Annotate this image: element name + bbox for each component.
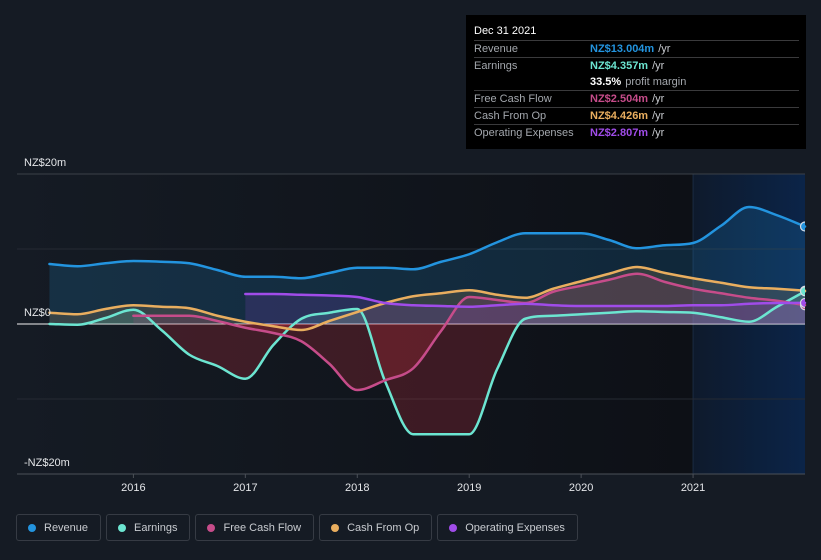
tooltip-row-free-cash-flow: Free Cash Flow NZ$2.504m /yr — [474, 91, 799, 108]
x-tick-label: 2018 — [345, 482, 369, 494]
revenue-dot-icon — [28, 523, 36, 532]
y-tick-label: NZ$20m — [24, 157, 66, 169]
tooltip-unit: /yr — [652, 127, 665, 139]
x-tick-label: 2020 — [569, 482, 593, 494]
legend-label: Operating Expenses — [465, 521, 565, 534]
tooltip-unit: /yr — [652, 110, 665, 122]
legend-label: Earnings — [134, 521, 178, 534]
legend: Revenue Earnings Free Cash Flow Cash Fro… — [16, 514, 578, 541]
legend-label: Revenue — [44, 521, 89, 534]
operating-expenses-dot-icon — [449, 523, 458, 532]
tooltip-value: NZ$4.426m — [590, 110, 649, 122]
legend-item-free-cash-flow[interactable]: Free Cash Flow — [195, 514, 315, 541]
x-tick-label: 2017 — [233, 482, 257, 494]
tooltip-label: Cash From Op — [474, 110, 547, 122]
tooltip-unit: /yr — [652, 60, 665, 72]
x-axis: 2016 2017 2018 2019 2020 2021 — [121, 474, 705, 494]
tooltip-row-earnings: Earnings NZ$4.357m /yr — [474, 58, 799, 74]
tooltip-label: Revenue — [474, 43, 519, 55]
tooltip-row-cash-from-op: Cash From Op NZ$4.426m /yr — [474, 108, 799, 125]
tooltip-row-profit-margin: 33.5% profit margin — [474, 74, 799, 91]
tooltip-label: Earnings — [474, 60, 518, 72]
legend-label: Cash From Op — [347, 521, 420, 534]
legend-item-earnings[interactable]: Earnings — [106, 514, 191, 541]
legend-item-revenue[interactable]: Revenue — [16, 514, 102, 541]
y-tick-label: -NZ$20m — [24, 457, 70, 469]
x-tick-label: 2021 — [681, 482, 705, 494]
tooltip-row-revenue: Revenue NZ$13.004m /yr — [474, 41, 799, 58]
legend-item-operating-expenses[interactable]: Operating Expenses — [437, 514, 578, 541]
y-tick-label: NZ$0 — [24, 307, 51, 319]
legend-item-cash-from-op[interactable]: Cash From Op — [319, 514, 433, 541]
tooltip-label: Operating Expenses — [474, 127, 574, 139]
tooltip-unit: /yr — [652, 93, 665, 105]
tooltip-date: Dec 31 2021 — [474, 23, 799, 41]
tooltip: Dec 31 2021 Revenue NZ$13.004m /yr Earni… — [466, 15, 806, 149]
x-tick-label: 2016 — [121, 482, 145, 494]
cash-from-op-dot-icon — [331, 523, 340, 532]
operating-expenses-endpoint-marker[interactable] — [799, 297, 810, 309]
profit-margin-value: 33.5% — [590, 76, 622, 88]
tooltip-value: NZ$2.504m — [590, 93, 649, 105]
tooltip-value: NZ$2.807m — [590, 127, 649, 139]
tooltip-value: NZ$13.004m — [590, 43, 655, 55]
earnings-dot-icon — [118, 523, 127, 532]
tooltip-row-operating-expenses: Operating Expenses NZ$2.807m /yr — [474, 125, 799, 141]
tooltip-label: Free Cash Flow — [474, 93, 552, 105]
x-tick-label: 2019 — [457, 482, 481, 494]
revenue-endpoint-marker[interactable] — [799, 221, 810, 232]
legend-label: Free Cash Flow — [223, 521, 302, 534]
profit-margin-label: profit margin — [625, 76, 687, 88]
tooltip-value: NZ$4.357m — [590, 60, 649, 72]
tooltip-unit: /yr — [658, 43, 671, 55]
earnings-endpoint-marker[interactable] — [799, 286, 810, 297]
free-cash-flow-dot-icon — [207, 523, 216, 532]
